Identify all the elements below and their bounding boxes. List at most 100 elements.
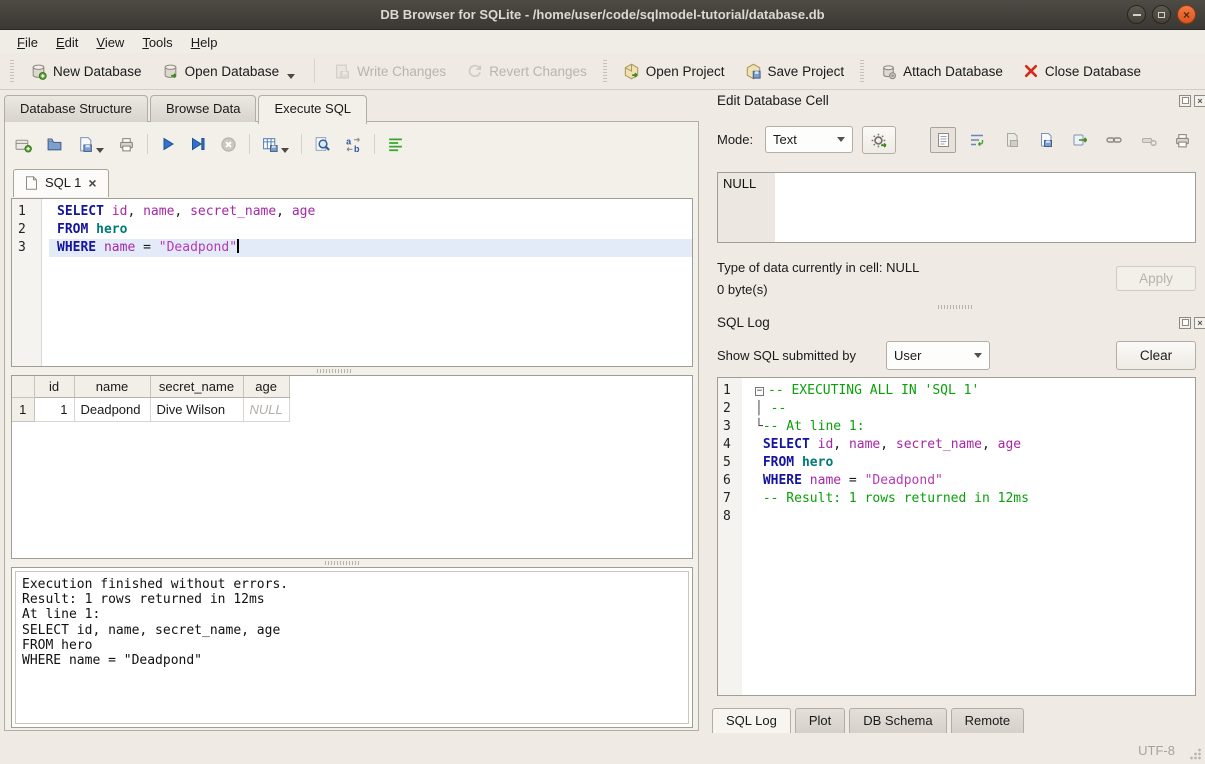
close-button[interactable]: × [1177, 5, 1196, 24]
word-wrap-button[interactable] [964, 127, 990, 153]
sql-tab-close-icon[interactable]: × [88, 177, 96, 189]
find-button[interactable] [314, 136, 331, 153]
menu-view[interactable]: View [87, 33, 133, 52]
column-header-name[interactable]: name [74, 376, 150, 398]
open-sql-tab-button[interactable] [15, 136, 32, 153]
menubar: File Edit View Tools Help [0, 31, 1205, 53]
chevron-down-icon [974, 353, 982, 358]
dock-tab-sql-log[interactable]: SQL Log [712, 708, 791, 736]
log-code-area: −-- EXECUTING ALL IN 'SQL 1' │ -- └-- At… [749, 378, 1195, 695]
attach-database-button[interactable]: Attach Database [870, 59, 1013, 84]
close-dock-icon[interactable]: × [1194, 317, 1205, 329]
app-window: DB Browser for SQLite - /home/user/code/… [0, 0, 1205, 764]
log-line: -- Result: 1 rows returned in 12ms [749, 490, 1195, 508]
import-file-icon [1004, 132, 1020, 148]
text-mode-button[interactable] [930, 127, 956, 153]
word-wrap-icon [969, 132, 985, 148]
find-replace-button[interactable]: ab [345, 136, 362, 153]
toolbar-drag-handle[interactable] [860, 60, 864, 82]
line-number: 2 [718, 400, 742, 418]
dock-splitter-handle[interactable] [938, 305, 972, 309]
save-project-button[interactable]: Save Project [735, 59, 855, 84]
cell-editor-toolbar [930, 125, 1196, 155]
titlebar[interactable]: DB Browser for SQLite - /home/user/code/… [0, 0, 1205, 30]
stop-icon [220, 136, 237, 153]
sql-editor-toolbar: ab [15, 131, 404, 157]
open-sql-file-button[interactable] [46, 136, 63, 153]
save-results-dropdown-icon[interactable] [281, 148, 289, 153]
toolbar-drag-handle[interactable] [10, 60, 14, 82]
tab-browse-data[interactable]: Browse Data [150, 95, 256, 122]
execution-output-text: Execution finished without errors. Resul… [12, 568, 692, 677]
print-cell-button[interactable] [1170, 127, 1196, 153]
execute-all-button[interactable] [160, 136, 176, 152]
maximize-button[interactable] [1152, 5, 1171, 24]
open-project-button[interactable]: Open Project [613, 59, 735, 84]
editor-line-numbers: 1 2 3 [12, 199, 42, 366]
save-sql-dropdown-icon[interactable] [96, 148, 104, 153]
open-url-button[interactable] [1101, 127, 1127, 153]
cell-settings-button[interactable] [862, 126, 896, 154]
column-header-secret-name[interactable]: secret_name [150, 376, 243, 398]
main-tab-bar: Database Structure Browse Data Execute S… [4, 95, 369, 122]
save-sql-file-button[interactable] [77, 136, 104, 153]
line-number: 3 [12, 239, 41, 257]
menu-edit[interactable]: Edit [47, 33, 87, 52]
dock-tab-remote[interactable]: Remote [951, 708, 1025, 736]
log-fold-margin[interactable] [742, 378, 749, 695]
auto-format-button[interactable] [387, 136, 404, 153]
cell-editor-content[interactable] [775, 173, 1195, 242]
save-as-file-button[interactable] [1033, 127, 1059, 153]
mode-select[interactable]: Text [765, 126, 853, 153]
cell-age[interactable]: NULL [243, 398, 289, 422]
cell-name[interactable]: Deadpond [74, 398, 150, 422]
menu-file[interactable]: File [8, 33, 47, 52]
float-dock-icon[interactable] [1179, 317, 1191, 329]
save-file-icon [1038, 132, 1054, 148]
execute-current-line-button[interactable] [190, 136, 206, 152]
mode-select-value: Text [773, 132, 797, 147]
splitter-handle[interactable] [325, 561, 359, 565]
open-project-icon [623, 63, 640, 80]
cell-secret-name[interactable]: Dive Wilson [150, 398, 243, 422]
splitter-handle[interactable] [317, 369, 351, 373]
save-project-icon [745, 63, 762, 80]
column-header-id[interactable]: id [34, 376, 74, 398]
new-database-button[interactable]: New Database [20, 59, 152, 84]
menu-tools[interactable]: Tools [133, 33, 181, 52]
save-results-button[interactable] [262, 136, 289, 153]
clear-log-button[interactable]: Clear [1116, 341, 1196, 370]
open-database-dropdown-icon[interactable] [287, 74, 295, 79]
menu-help[interactable]: Help [182, 33, 227, 52]
export-data-button[interactable] [1067, 127, 1093, 153]
resize-grip[interactable] [1189, 747, 1202, 760]
column-header-age[interactable]: age [243, 376, 289, 398]
close-dock-icon[interactable]: × [1194, 95, 1205, 107]
toolbar-drag-handle[interactable] [603, 60, 607, 82]
sql-tab[interactable]: SQL 1 × [13, 169, 109, 197]
dock-tab-plot[interactable]: Plot [795, 708, 845, 736]
log-line [749, 508, 1195, 526]
float-dock-icon[interactable] [1179, 95, 1191, 107]
editor-code-area[interactable]: SELECT id, name, secret_name, age FROM h… [49, 199, 692, 366]
open-sql-file-icon [46, 136, 63, 153]
tab-database-structure[interactable]: Database Structure [4, 95, 148, 122]
main-toolbar: New Database Open Database Write Changes… [0, 53, 1205, 90]
execution-output-pane: Execution finished without errors. Resul… [11, 567, 693, 728]
row-header[interactable]: 1 [12, 398, 34, 422]
open-sql-tab-icon [15, 136, 32, 153]
import-from-file-button [999, 127, 1025, 153]
log-filter-select[interactable]: User [886, 341, 990, 370]
tab-execute-sql[interactable]: Execute SQL [258, 95, 367, 124]
sql-editor[interactable]: 1 2 3 SELECT id, name, secret_name, age … [11, 198, 693, 367]
minimize-button[interactable] [1127, 5, 1146, 24]
log-line: FROM hero [749, 454, 1195, 472]
open-database-button[interactable]: Open Database [152, 59, 306, 84]
dock-tab-db-schema[interactable]: DB Schema [849, 708, 946, 736]
cell-id[interactable]: 1 [34, 398, 74, 422]
close-database-icon [1023, 63, 1039, 79]
save-sql-file-icon [77, 136, 94, 153]
print-sql-button[interactable] [118, 136, 135, 153]
cell-value-editor[interactable]: NULL [717, 172, 1196, 243]
close-database-button[interactable]: Close Database [1013, 59, 1151, 83]
